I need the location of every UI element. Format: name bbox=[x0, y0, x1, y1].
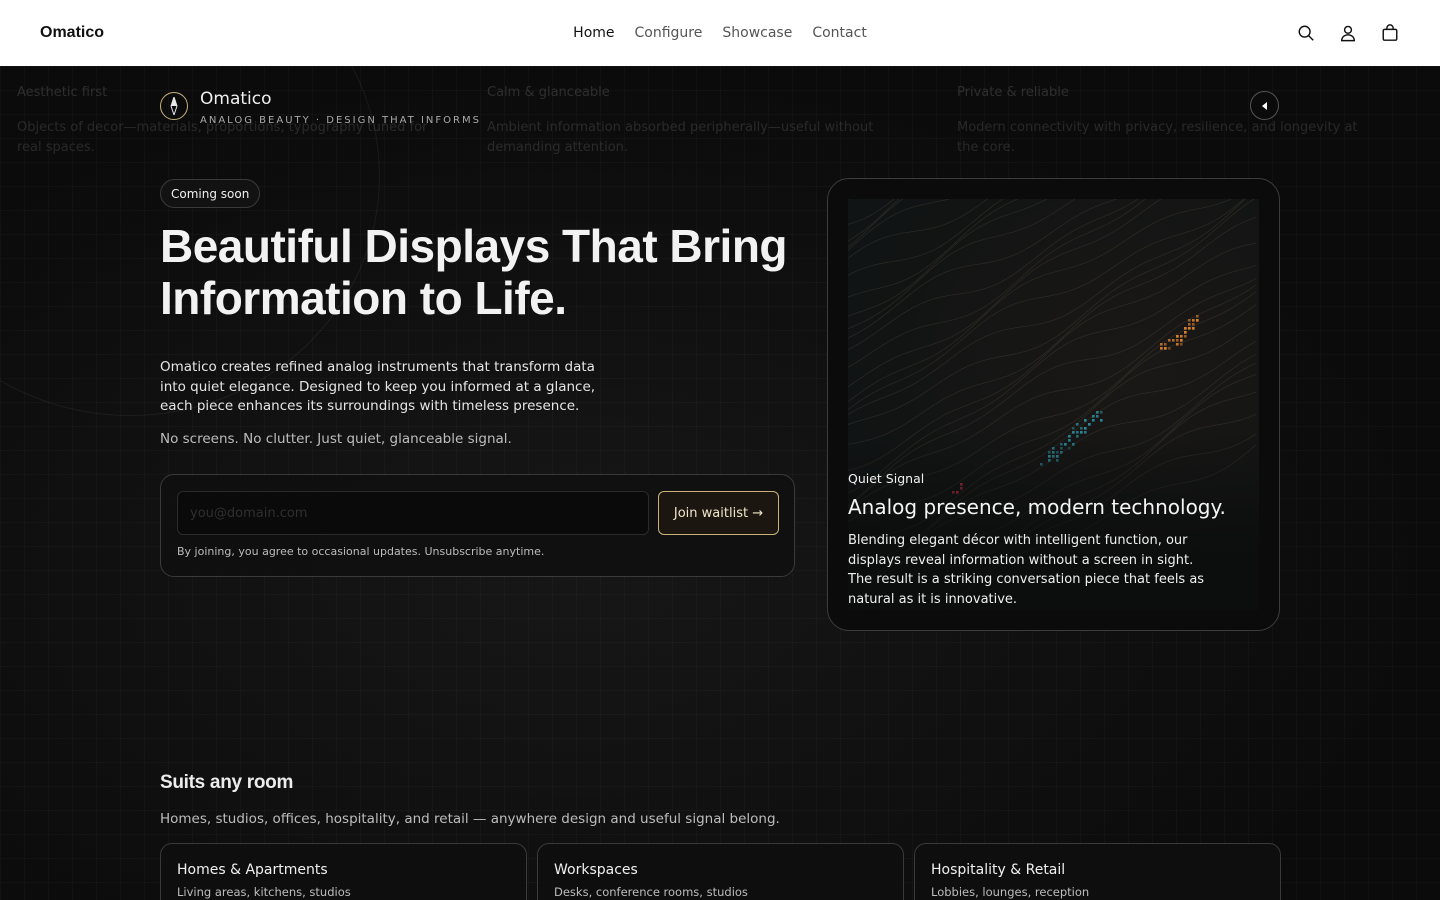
join-waitlist-button[interactable]: Join waitlist → bbox=[658, 491, 779, 535]
header-actions bbox=[1296, 23, 1400, 43]
email-field[interactable] bbox=[177, 491, 649, 535]
waitlist-note: By joining, you agree to occasional upda… bbox=[177, 545, 545, 558]
hero-subline: No screens. No clutter. Just quiet, glan… bbox=[160, 431, 512, 447]
room-card-title: Hospitality & Retail bbox=[931, 862, 1066, 878]
search-icon[interactable] bbox=[1296, 23, 1316, 43]
feature-title: Calm & glanceable bbox=[487, 85, 610, 100]
room-card-homes[interactable]: Homes & Apartments Living areas, kitchen… bbox=[160, 843, 527, 900]
room-card-title: Homes & Apartments bbox=[177, 862, 328, 878]
account-icon[interactable] bbox=[1338, 23, 1358, 43]
nav-contact[interactable]: Contact bbox=[812, 25, 866, 41]
section-title: Suits any room bbox=[160, 772, 294, 793]
feature-title: Private & reliable bbox=[957, 85, 1069, 100]
room-card-subtitle: Living areas, kitchens, studios bbox=[177, 885, 351, 899]
room-card-subtitle: Desks, conference rooms, studios bbox=[554, 885, 748, 899]
device-showcase-card: Quiet Signal Analog presence, modern tec… bbox=[827, 178, 1280, 631]
feature-text: Modern connectivity with privacy, resili… bbox=[957, 120, 1358, 155]
room-card-workspaces[interactable]: Workspaces Desks, conference rooms, stud… bbox=[537, 843, 904, 900]
page-title: Beautiful Displays That Bring Informatio… bbox=[160, 220, 788, 324]
section-subtitle: Homes, studios, offices, hospitality, an… bbox=[160, 811, 780, 827]
hero-description: Omatico creates refined analog instrumen… bbox=[160, 359, 596, 414]
carousel-prev-button[interactable] bbox=[1250, 91, 1279, 120]
brand-logo-text[interactable]: Omatico bbox=[40, 24, 240, 42]
cart-icon[interactable] bbox=[1380, 23, 1400, 43]
device-description: Blending elegant décor with intelligent … bbox=[848, 533, 1205, 607]
feature-item: Private & reliable Modern connectivity w… bbox=[957, 84, 1427, 158]
waitlist-form: Join waitlist → By joining, you agree to… bbox=[160, 474, 795, 577]
status-badge: Coming soon bbox=[160, 179, 261, 208]
compass-logo-icon bbox=[160, 92, 188, 120]
room-card-subtitle: Lobbies, lounges, reception bbox=[931, 885, 1090, 899]
room-card-title: Workspaces bbox=[554, 862, 638, 878]
brand-tagline: ANALOG BEAUTY · DESIGN THAT INFORMS bbox=[200, 115, 481, 126]
brand-name: Omatico bbox=[200, 89, 272, 109]
feature-item: Calm & glanceable Ambient information ab… bbox=[487, 84, 957, 158]
site-header: Omatico Home Configure Showcase Contact bbox=[0, 0, 1440, 66]
feature-text: Ambient information absorbed peripherall… bbox=[487, 120, 874, 155]
device-kicker: Quiet Signal bbox=[848, 471, 925, 486]
device-title: Analog presence, modern technology. bbox=[848, 495, 1226, 519]
nav-configure[interactable]: Configure bbox=[635, 25, 703, 41]
brand-block: Omatico ANALOG BEAUTY · DESIGN THAT INFO… bbox=[160, 88, 481, 126]
chevron-left-icon bbox=[1261, 101, 1267, 110]
nav-showcase[interactable]: Showcase bbox=[722, 25, 792, 41]
nav-home[interactable]: Home bbox=[573, 25, 614, 41]
device-caption: Quiet Signal Analog presence, modern tec… bbox=[848, 199, 1259, 610]
room-card-hospitality[interactable]: Hospitality & Retail Lobbies, lounges, r… bbox=[914, 843, 1281, 900]
room-cards: Homes & Apartments Living areas, kitchen… bbox=[160, 843, 1281, 900]
